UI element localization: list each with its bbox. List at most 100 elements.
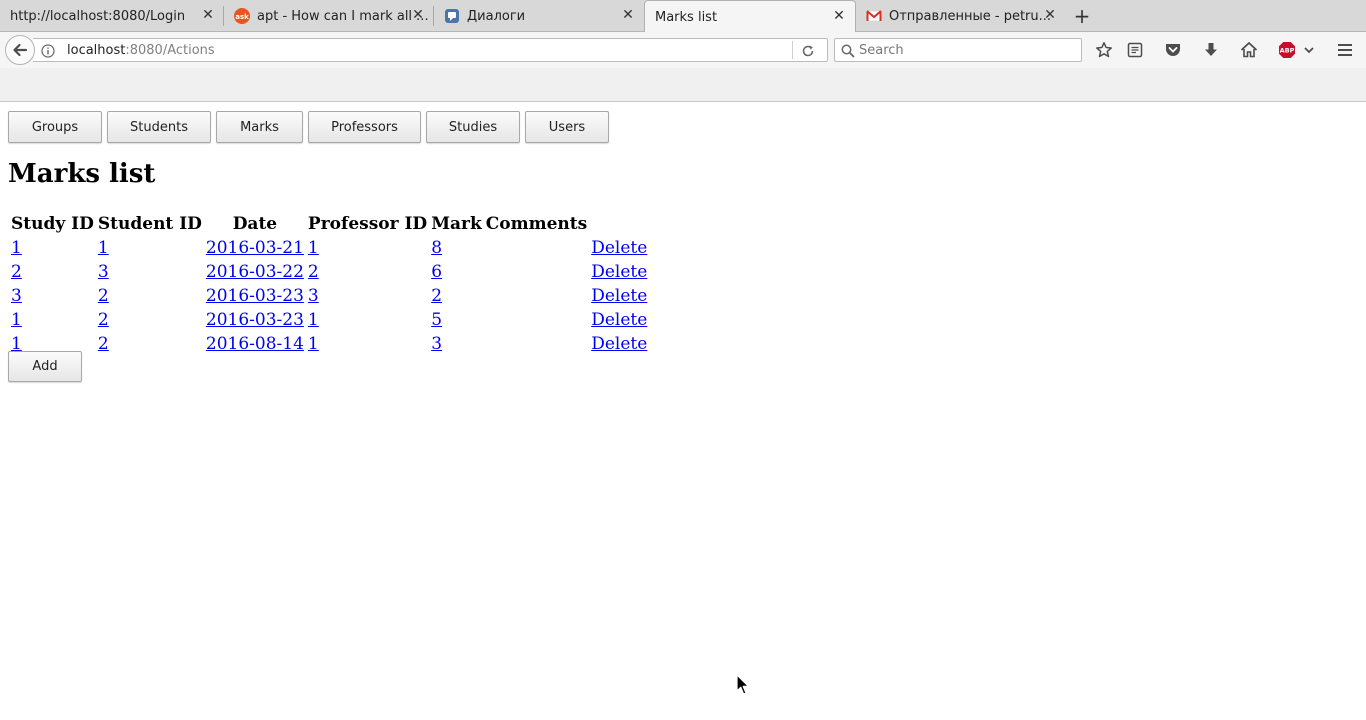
svg-text:ask: ask: [235, 13, 249, 21]
comments-cell: [485, 261, 588, 283]
tab-title: Marks list: [655, 9, 718, 25]
page-content: Groups Students Marks Professors Studies…: [0, 103, 1366, 720]
page-title: Marks list: [8, 159, 156, 189]
professor-id-link[interactable]: 1: [308, 238, 319, 258]
tab-title: Отправленные - petru...: [889, 8, 1052, 24]
student-id-link[interactable]: 3: [98, 262, 109, 282]
comments-cell: [485, 333, 588, 355]
close-tab-icon[interactable]: ✕: [1043, 8, 1057, 22]
users-button[interactable]: Users: [525, 111, 609, 143]
professors-button[interactable]: Professors: [308, 111, 421, 143]
new-tab-button[interactable]: +: [1070, 4, 1094, 28]
date-link[interactable]: 2016-03-22: [206, 262, 304, 282]
chevron-down-icon[interactable]: [1300, 41, 1318, 59]
comments-cell: [485, 237, 588, 259]
url-text: localhost:8080/Actions: [67, 43, 215, 58]
column-header: Professor ID: [307, 214, 428, 234]
student-id-link[interactable]: 2: [98, 334, 109, 354]
delete-link[interactable]: Delete: [591, 262, 647, 282]
url-path: :8080/Actions: [125, 43, 215, 58]
student-id-link[interactable]: 2: [98, 286, 109, 306]
adblock-icon[interactable]: ABP: [1278, 41, 1296, 59]
marks-button[interactable]: Marks: [216, 111, 303, 143]
mark-link[interactable]: 2: [431, 286, 442, 306]
mark-link[interactable]: 5: [431, 310, 442, 330]
study-id-link[interactable]: 1: [11, 310, 22, 330]
mark-link[interactable]: 8: [431, 238, 442, 258]
tab-gmail-sent[interactable]: Отправленные - petru... ✕: [856, 0, 1066, 32]
pocket-icon[interactable]: [1164, 41, 1182, 59]
date-link[interactable]: 2016-03-21: [206, 238, 304, 258]
reload-icon[interactable]: [801, 43, 815, 57]
top-menu: Groups Students Marks Professors Studies…: [8, 111, 614, 143]
bookmark-star-icon[interactable]: [1095, 41, 1113, 59]
add-button[interactable]: Add: [8, 351, 82, 382]
url-bar[interactable]: localhost:8080/Actions: [33, 38, 828, 62]
close-tab-icon[interactable]: ✕: [201, 8, 215, 22]
professor-id-link[interactable]: 3: [308, 286, 319, 306]
date-link[interactable]: 2016-03-23: [206, 310, 304, 330]
info-icon[interactable]: [41, 43, 55, 58]
close-tab-icon[interactable]: ✕: [411, 8, 425, 22]
close-tab-icon[interactable]: ✕: [621, 8, 635, 22]
tab-strip: http://localhost:8080/Login ✕ ask apt - …: [0, 0, 1366, 33]
date-link[interactable]: 2016-08-14: [206, 334, 304, 354]
table-header-row: Study ID Student ID Date Professor ID Ma…: [10, 213, 648, 235]
professor-id-link[interactable]: 2: [308, 262, 319, 282]
delete-link[interactable]: Delete: [591, 334, 647, 354]
gmail-icon: [866, 8, 882, 24]
professor-id-link[interactable]: 1: [308, 310, 319, 330]
close-tab-icon[interactable]: ✕: [832, 9, 846, 23]
mouse-cursor-icon: [736, 674, 750, 695]
students-button[interactable]: Students: [107, 111, 211, 143]
column-header: Mark: [431, 214, 482, 234]
tab-title: Диалоги: [467, 8, 526, 24]
search-icon: [841, 43, 855, 58]
student-id-link[interactable]: 1: [98, 238, 109, 258]
chat-icon: [444, 8, 460, 24]
search-input[interactable]: [857, 41, 1077, 59]
back-arrow-icon: [13, 43, 28, 57]
reading-list-icon[interactable]: [1126, 41, 1144, 59]
column-header: Study ID: [11, 214, 94, 234]
comments-cell: [485, 285, 588, 307]
askubuntu-icon: ask: [234, 8, 250, 24]
study-id-link[interactable]: 3: [11, 286, 22, 306]
column-header: [590, 213, 648, 235]
download-icon[interactable]: [1202, 41, 1220, 59]
mark-link[interactable]: 3: [431, 334, 442, 354]
table-row: 1 1 2016-03-21 1 8 Delete: [10, 237, 648, 259]
column-header: Comments: [485, 214, 588, 234]
home-icon[interactable]: [1240, 41, 1258, 59]
marks-table: Study ID Student ID Date Professor ID Ma…: [8, 211, 650, 357]
tab-marks-list[interactable]: Marks list ✕: [644, 0, 856, 33]
date-link[interactable]: 2016-03-23: [206, 286, 304, 306]
delete-link[interactable]: Delete: [591, 310, 647, 330]
studies-button[interactable]: Studies: [426, 111, 520, 143]
groups-button[interactable]: Groups: [8, 111, 102, 143]
study-id-link[interactable]: 1: [11, 238, 22, 258]
study-id-link[interactable]: 2: [11, 262, 22, 282]
svg-text:ABP: ABP: [1280, 47, 1295, 55]
menu-icon[interactable]: [1336, 41, 1354, 59]
back-button[interactable]: [5, 35, 35, 65]
tab-login[interactable]: http://localhost:8080/Login ✕: [0, 0, 224, 32]
tab-title: apt - How can I mark all ...: [257, 8, 429, 24]
delete-link[interactable]: Delete: [591, 238, 647, 258]
delete-link[interactable]: Delete: [591, 286, 647, 306]
bookmarks-toolbar: [0, 68, 1366, 102]
table-row: 3 2 2016-03-23 3 2 Delete: [10, 285, 648, 307]
column-header: Student ID: [97, 214, 202, 234]
comments-cell: [485, 309, 588, 331]
search-bar[interactable]: [834, 38, 1082, 62]
column-header: Date: [232, 214, 278, 234]
navigation-toolbar: localhost:8080/Actions ABP: [0, 32, 1366, 68]
professor-id-link[interactable]: 1: [308, 334, 319, 354]
table-row: 1 2 2016-03-23 1 5 Delete: [10, 309, 648, 331]
mark-link[interactable]: 6: [431, 262, 442, 282]
tab-askubuntu[interactable]: ask apt - How can I mark all ... ✕: [224, 0, 434, 32]
student-id-link[interactable]: 2: [98, 310, 109, 330]
tab-title: http://localhost:8080/Login: [10, 8, 186, 24]
url-host: localhost: [67, 43, 126, 58]
tab-dialogs[interactable]: Диалоги ✕: [434, 0, 644, 32]
